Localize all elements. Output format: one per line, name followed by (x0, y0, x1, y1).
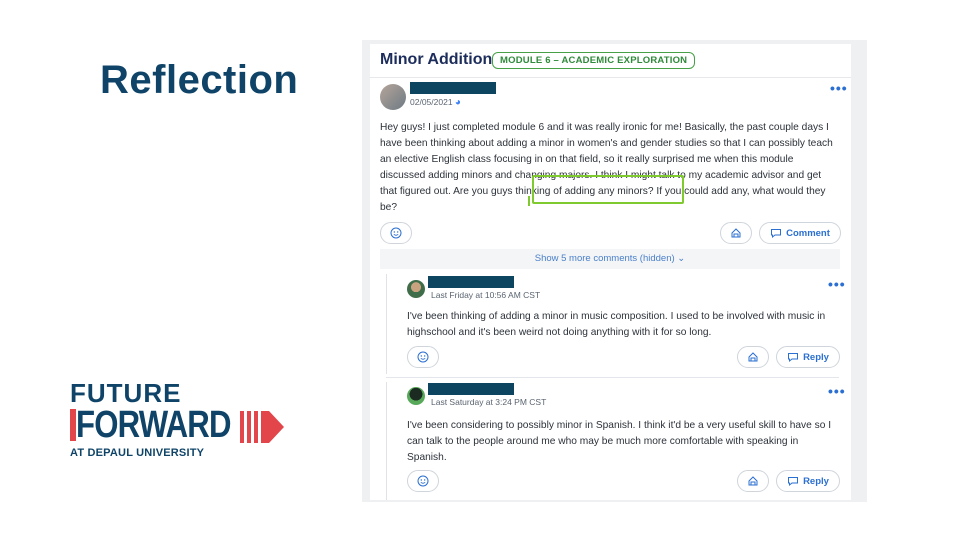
reply-label: Reply (803, 351, 829, 363)
bookmark-button[interactable] (737, 346, 769, 368)
bookmark-button[interactable] (737, 470, 769, 492)
bookmark-icon (731, 228, 741, 238)
more-options-icon[interactable]: ••• (828, 383, 846, 399)
post-date: 02/05/2021 (410, 97, 453, 107)
comment-label: Comment (786, 227, 830, 239)
logo-line-depaul: AT DEPAUL UNIVERSITY (70, 447, 205, 459)
verified-icon: ◕ (454, 97, 461, 108)
comment-timestamp: Last Saturday at 3:24 PM CST (431, 397, 547, 407)
comment-bubble-icon (771, 229, 782, 239)
redacted-author-name (428, 276, 514, 288)
reply-button[interactable]: Reply (776, 470, 840, 492)
comment-body: I've been considering to possibly minor … (407, 420, 832, 463)
logo-arrows-icon (240, 411, 284, 443)
logo-line-forward: FORWARD (76, 404, 231, 446)
react-button[interactable] (407, 470, 439, 492)
comment-button[interactable]: Comment (759, 222, 841, 244)
reply-label: Reply (803, 475, 829, 487)
bookmark-button[interactable] (720, 222, 752, 244)
avatar[interactable] (407, 387, 425, 405)
comment-bubble-icon (788, 477, 799, 487)
post-date-row: 02/05/2021 ◕ (410, 97, 461, 108)
redacted-author-name (428, 383, 514, 395)
comment-timestamp: Last Friday at 10:56 AM CST (431, 290, 541, 300)
header-divider (370, 77, 851, 78)
slide-title: Reflection (100, 58, 299, 102)
redacted-author-name (410, 82, 496, 94)
react-button[interactable] (407, 346, 439, 368)
module-badge: MODULE 6 – ACADEMIC EXPLORATION (492, 52, 696, 69)
smiley-icon (417, 351, 429, 363)
bookmark-icon (748, 352, 758, 362)
future-forward-logo: FUTURE FORWARD AT DEPAUL UNIVERSITY (70, 380, 285, 460)
thread-line (386, 274, 387, 374)
avatar[interactable] (407, 280, 425, 298)
show-more-comments-link[interactable]: Show 5 more comments (hidden) ⌄ (380, 249, 840, 269)
highlight-annotation-tail (528, 196, 538, 206)
show-more-label: Show 5 more comments (hidden) (534, 253, 675, 264)
post-title: Minor Addition (380, 51, 493, 68)
avatar[interactable] (380, 84, 406, 110)
smiley-icon (417, 475, 429, 487)
react-button[interactable] (380, 222, 412, 244)
comment-body: I've been thinking of adding a minor in … (407, 311, 826, 338)
more-options-icon[interactable]: ••• (828, 276, 846, 292)
comment-divider (386, 377, 839, 378)
discussion-screenshot: Minor Addition MODULE 6 – ACADEMIC EXPLO… (362, 40, 867, 502)
highlight-annotation (532, 175, 684, 204)
thread-line (386, 382, 387, 500)
comment-bubble-icon (788, 353, 799, 363)
discussion-card: Minor Addition MODULE 6 – ACADEMIC EXPLO… (370, 44, 851, 500)
logo-line-future: FUTURE (70, 378, 182, 408)
chevron-down-icon: ⌄ (677, 253, 686, 264)
smiley-icon (390, 227, 402, 239)
reply-button[interactable]: Reply (776, 346, 840, 368)
bookmark-icon (748, 476, 758, 486)
more-options-icon[interactable]: ••• (830, 80, 848, 96)
